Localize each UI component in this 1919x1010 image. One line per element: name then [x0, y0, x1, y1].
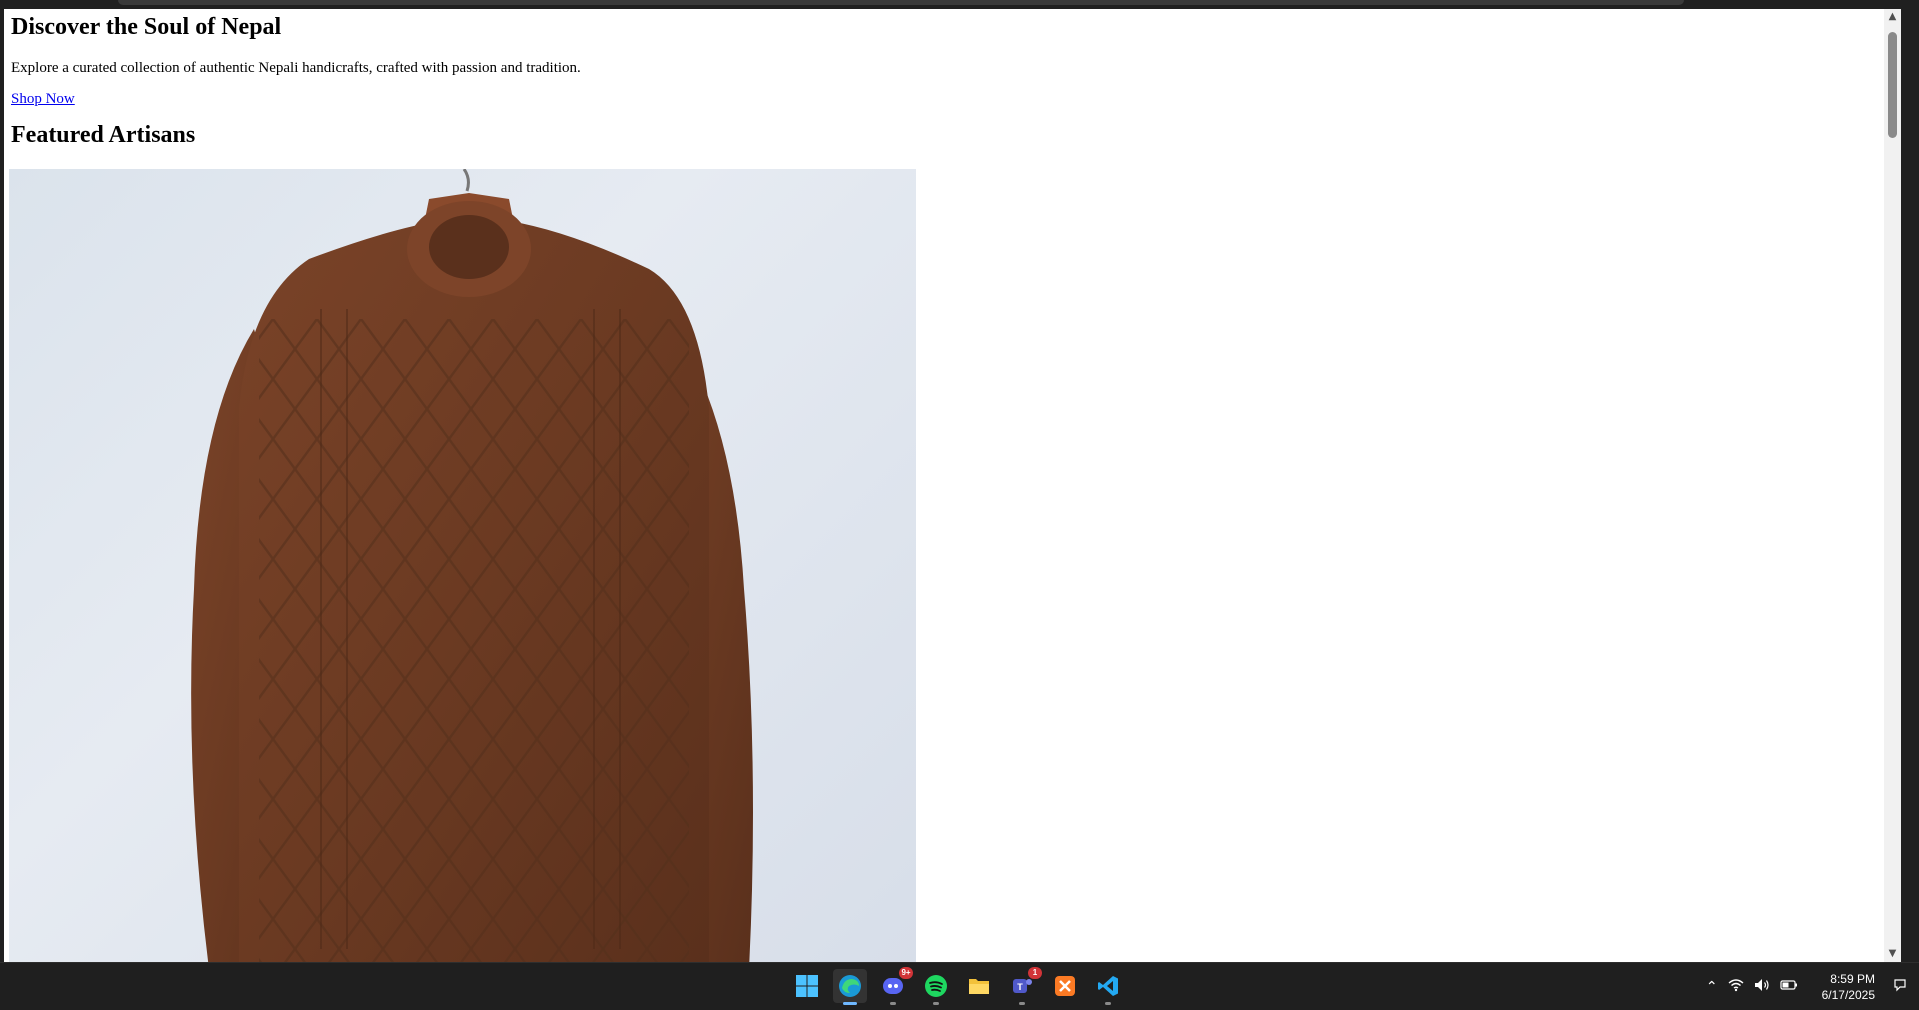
discord-icon[interactable]: 9+: [876, 967, 913, 1005]
chevron-up-icon[interactable]: ⌃: [1706, 979, 1718, 995]
section-heading: Featured Artisans: [11, 122, 196, 148]
windows-taskbar: 9+ T 1 ⌃ 8:59 PM 6/17/2025: [0, 962, 1919, 1010]
windows-start-icon[interactable]: [790, 969, 824, 1003]
notification-icon[interactable]: [1893, 978, 1907, 996]
wifi-icon[interactable]: [1728, 978, 1744, 996]
browser-top-edge: [0, 0, 1919, 9]
volume-icon[interactable]: [1754, 978, 1770, 996]
page-content: Discover the Soul of Nepal Explore a cur…: [9, 9, 1877, 962]
scroll-down-arrow-icon[interactable]: ▼: [1884, 946, 1901, 962]
svg-text:T: T: [1017, 982, 1023, 992]
file-explorer-icon[interactable]: [962, 969, 996, 1003]
scrollbar-thumb[interactable]: [1888, 32, 1897, 138]
taskbar-apps: 9+ T 1: [790, 967, 1125, 1005]
shop-now-link[interactable]: Shop Now: [11, 91, 75, 108]
taskbar-clock[interactable]: 8:59 PM 6/17/2025: [1822, 971, 1875, 1003]
clock-time: 8:59 PM: [1830, 971, 1875, 986]
page-title: Discover the Soul of Nepal: [11, 14, 282, 40]
discord-badge: 9+: [899, 967, 913, 979]
edge-browser-icon[interactable]: [833, 969, 867, 1005]
address-bar-edge: [118, 0, 1684, 5]
clock-date: 6/17/2025: [1821, 987, 1875, 1002]
spotify-icon[interactable]: [919, 969, 953, 1005]
product-image: [9, 169, 916, 962]
scroll-up-arrow-icon[interactable]: ▲: [1884, 9, 1901, 25]
browser-viewport: Discover the Soul of Nepal Explore a cur…: [4, 9, 1901, 962]
page-tagline: Explore a curated collection of authenti…: [11, 60, 581, 76]
teams-badge: 1: [1028, 967, 1042, 979]
vscode-icon[interactable]: [1091, 969, 1125, 1005]
battery-icon[interactable]: [1780, 978, 1798, 996]
xampp-icon[interactable]: [1048, 969, 1082, 1003]
page-scrollbar[interactable]: ▲ ▼: [1884, 9, 1901, 962]
sweater-illustration: [191, 169, 754, 962]
teams-icon[interactable]: T 1: [1005, 967, 1042, 1005]
system-tray: ⌃ 8:59 PM 6/17/2025: [1706, 963, 1907, 1010]
